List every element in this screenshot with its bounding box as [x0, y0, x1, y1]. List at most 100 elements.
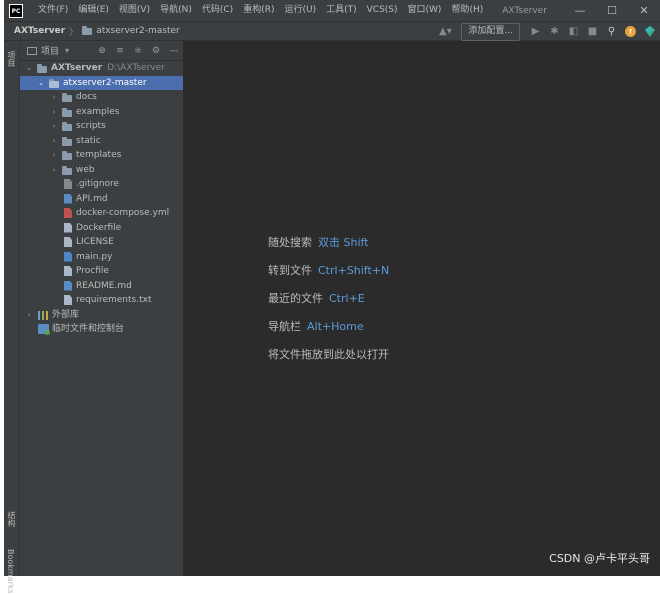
- folder-icon: [62, 136, 72, 146]
- breadcrumb-folder[interactable]: atxserver2-master: [82, 25, 180, 36]
- menu-view[interactable]: 视图(V): [114, 0, 155, 21]
- tree-folder-examples[interactable]: › examples: [20, 105, 183, 120]
- tree-row-label: API.md: [76, 193, 108, 204]
- tree-folder-scripts[interactable]: › scripts: [20, 119, 183, 134]
- navigation-bar: AXTserver 〉 atxserver2-master ▲▾ 添加配置...…: [4, 21, 660, 41]
- stop-icon[interactable]: ■: [583, 26, 602, 37]
- project-panel-title[interactable]: 项目: [41, 44, 59, 57]
- tree-row-label: scripts: [76, 121, 106, 131]
- menu-run[interactable]: 运行(U): [279, 0, 321, 21]
- plugin-icon[interactable]: [645, 26, 655, 37]
- minimize-button[interactable]: —: [564, 0, 596, 21]
- text-file-icon: [64, 237, 72, 247]
- hint-label: 导航栏: [268, 320, 301, 333]
- tree-folder-templates[interactable]: › templates: [20, 148, 183, 163]
- panel-tools: ⊕ ≡ ≑ ⚙ —: [93, 46, 183, 56]
- project-panel: 项目 ▾ ⊕ ≡ ≑ ⚙ — ⌄ AXTserver D:\AXTserver ⌄: [20, 41, 184, 576]
- tree-file-requirements[interactable]: requirements.txt: [20, 293, 183, 308]
- run-icon[interactable]: ▶: [526, 26, 545, 37]
- collapse-arrow-icon[interactable]: ›: [50, 90, 58, 105]
- tree-file-procfile[interactable]: Procfile: [20, 264, 183, 279]
- tree-file-readme[interactable]: README.md: [20, 279, 183, 294]
- hint-search-everywhere: 随处搜索 双击 Shift: [268, 234, 369, 250]
- close-button[interactable]: ✕: [628, 0, 660, 21]
- hint-label: 将文件拖放到此处以打开: [268, 348, 389, 361]
- hint-go-to-file: 转到文件 Ctrl+Shift+N: [268, 262, 389, 278]
- locate-file-icon[interactable]: ⊕: [93, 46, 111, 56]
- project-view-icon: [27, 46, 37, 55]
- tree-file-gitignore[interactable]: .gitignore: [20, 177, 183, 192]
- csdn-watermark: CSDN @卢卡平头哥: [549, 552, 650, 565]
- tree-row-label: 临时文件和控制台: [52, 324, 125, 334]
- tree-external-libraries[interactable]: › 外部库: [20, 308, 183, 323]
- menu-vcs[interactable]: VCS(S): [362, 0, 403, 21]
- maximize-button[interactable]: ☐: [596, 0, 628, 21]
- markdown-file-icon: [64, 280, 72, 291]
- collapse-arrow-icon[interactable]: ›: [50, 163, 58, 178]
- tree-folder-static[interactable]: › static: [20, 134, 183, 149]
- hint-label: 随处搜索: [268, 236, 312, 249]
- hint-recent-files: 最近的文件 Ctrl+E: [268, 290, 365, 306]
- collapse-arrow-icon[interactable]: ›: [50, 119, 58, 134]
- add-configuration-button[interactable]: 添加配置...: [461, 22, 520, 41]
- tree-row-label: examples: [76, 106, 120, 117]
- tree-row-label: LICENSE: [76, 237, 114, 247]
- tree-scratches[interactable]: 临时文件和控制台: [20, 322, 183, 337]
- coverage-icon[interactable]: ◧: [564, 26, 583, 37]
- structure-tool-tab[interactable]: 结构: [6, 511, 17, 527]
- tree-file-license[interactable]: LICENSE: [20, 235, 183, 250]
- scratches-icon: [38, 324, 50, 335]
- menu-edit[interactable]: 编辑(E): [73, 0, 114, 21]
- hint-shortcut: Alt+Home: [307, 320, 364, 333]
- editor-empty-area[interactable]: 随处搜索 双击 Shift 转到文件 Ctrl+Shift+N 最近的文件 Ctrl+…: [184, 41, 660, 576]
- tree-row-label: README.md: [76, 280, 132, 291]
- hint-label: 最近的文件: [268, 292, 323, 305]
- tree-row-label: .gitignore: [76, 179, 120, 189]
- collapse-all-icon[interactable]: ≑: [129, 46, 147, 56]
- hint-navigation-bar: 导航栏 Alt+Home: [268, 318, 364, 334]
- menu-tools[interactable]: 工具(T): [321, 0, 362, 21]
- hint-shortcut: Ctrl+E: [329, 292, 365, 305]
- menu-navigate[interactable]: 导航(N): [155, 0, 197, 21]
- expand-arrow-icon[interactable]: ⌄: [37, 76, 45, 91]
- tree-row-root[interactable]: ⌄ AXTserver D:\AXTserver: [20, 61, 183, 76]
- collapse-arrow-icon[interactable]: ›: [50, 105, 58, 120]
- tree-root-label-wrap: AXTserver D:\AXTserver: [51, 61, 165, 76]
- menu-refactor[interactable]: 重构(R): [238, 0, 279, 21]
- tree-row-label: docs: [76, 92, 97, 102]
- folder-icon: [62, 93, 72, 102]
- hide-panel-icon[interactable]: —: [165, 46, 183, 56]
- tree-row-selected[interactable]: ⌄ atxserver2-master: [20, 75, 183, 91]
- search-icon[interactable]: ⚲: [602, 26, 621, 37]
- collapse-arrow-icon[interactable]: ›: [50, 134, 58, 149]
- menu-window[interactable]: 窗口(W): [403, 0, 447, 21]
- breadcrumb-project[interactable]: AXTserver: [14, 26, 65, 36]
- view-dropdown-icon[interactable]: ▾: [65, 46, 69, 55]
- menu-file[interactable]: 文件(F): [33, 0, 73, 21]
- tree-file-api-md[interactable]: API.md: [20, 192, 183, 207]
- tree-file-docker-compose[interactable]: docker-compose.yml: [20, 206, 183, 221]
- user-icon[interactable]: ▲▾: [433, 26, 457, 37]
- bookmarks-tool-tab[interactable]: Bookmarks: [6, 549, 15, 594]
- expand-arrow-icon[interactable]: ⌄: [25, 61, 33, 76]
- project-tool-tab[interactable]: 项目: [6, 51, 17, 67]
- tree-file-dockerfile[interactable]: Dockerfile: [20, 221, 183, 236]
- markdown-file-icon: [64, 193, 72, 204]
- tree-root-label: AXTserver: [51, 63, 103, 73]
- settings-icon[interactable]: ⚙: [147, 46, 165, 56]
- menu-help[interactable]: 帮助(H): [446, 0, 488, 21]
- library-icon: [38, 310, 48, 320]
- debug-icon[interactable]: ✱: [545, 26, 564, 37]
- collapse-arrow-icon[interactable]: ›: [25, 308, 33, 323]
- menu-code[interactable]: 代码(C): [197, 0, 238, 21]
- tree-folder-docs[interactable]: › docs: [20, 90, 183, 105]
- title-bar: PC 文件(F) 编辑(E) 视图(V) 导航(N) 代码(C) 重构(R) 运…: [4, 0, 660, 21]
- text-file-icon: [64, 295, 72, 305]
- tree-row-label: templates: [76, 150, 122, 160]
- collapse-arrow-icon[interactable]: ›: [50, 148, 58, 163]
- update-icon[interactable]: ↑: [625, 26, 636, 37]
- tree-folder-web[interactable]: › web: [20, 163, 183, 178]
- expand-all-icon[interactable]: ≡: [111, 46, 129, 56]
- project-tree: ⌄ AXTserver D:\AXTserver ⌄ atxserver2-mas…: [20, 61, 183, 337]
- tree-file-main-py[interactable]: main.py: [20, 250, 183, 265]
